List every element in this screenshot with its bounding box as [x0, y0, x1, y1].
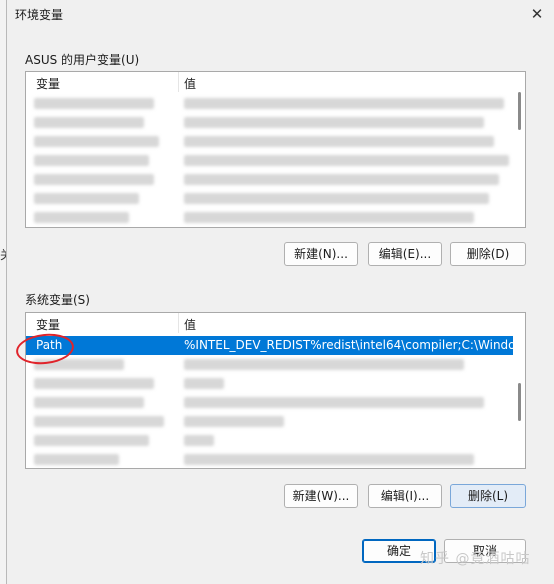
system-delete-button[interactable]: 删除(L) [450, 484, 526, 508]
blurred-cell [184, 98, 504, 109]
system-variables-list[interactable]: 变量 值 Path %INTEL_DEV_REDIST%redist\intel… [25, 312, 526, 469]
environment-variables-dialog: 环境变量 ✕ ASUS 的用户变量(U) 变量 值 新建(N)... 编辑(E)… [6, 0, 554, 584]
table-row[interactable] [26, 450, 513, 468]
table-row[interactable] [26, 355, 513, 374]
table-row[interactable] [26, 170, 513, 189]
title-bar: 环境变量 ✕ [7, 0, 554, 28]
blurred-cell [34, 193, 139, 204]
list-header: 变量 值 [26, 313, 525, 333]
blurred-cell [34, 435, 149, 446]
table-row[interactable] [26, 393, 513, 412]
table-row[interactable] [26, 374, 513, 393]
blurred-cell [34, 174, 154, 185]
close-icon[interactable]: ✕ [526, 4, 548, 24]
user-variables-label: ASUS 的用户变量(U) [25, 53, 140, 67]
table-row-path[interactable]: Path %INTEL_DEV_REDIST%redist\intel64\co… [26, 336, 525, 355]
column-header-variable[interactable]: 变量 [36, 316, 60, 333]
blurred-cell [34, 212, 129, 223]
blurred-cell [34, 98, 154, 109]
table-row[interactable] [26, 412, 513, 431]
blurred-cell [184, 212, 474, 223]
blurred-cell [34, 136, 159, 147]
blurred-cell [34, 454, 119, 465]
scrollbar-thumb[interactable] [518, 92, 521, 130]
table-row[interactable] [26, 132, 513, 151]
blurred-cell [184, 454, 474, 465]
variable-value-cell: %INTEL_DEV_REDIST%redist\intel64\compile… [184, 338, 526, 352]
blurred-cell [184, 174, 499, 185]
table-row[interactable] [26, 113, 513, 132]
system-new-button[interactable]: 新建(W)... [284, 484, 358, 508]
blurred-cell [184, 435, 214, 446]
blurred-cell [34, 117, 144, 128]
list-header: 变量 值 [26, 72, 525, 92]
table-row[interactable] [26, 94, 513, 113]
blurred-cell [184, 378, 224, 389]
dialog-title: 环境变量 [15, 8, 64, 22]
column-divider [178, 72, 179, 92]
blurred-cell [34, 155, 149, 166]
system-edit-button[interactable]: 编辑(I)... [368, 484, 442, 508]
blurred-cell [34, 416, 164, 427]
column-header-value[interactable]: 值 [184, 75, 196, 92]
blurred-cell [34, 397, 144, 408]
scrollbar-thumb[interactable] [518, 383, 521, 421]
table-row[interactable] [26, 151, 513, 170]
table-row[interactable] [26, 431, 513, 450]
blurred-cell [184, 117, 484, 128]
blurred-cell [184, 155, 509, 166]
user-variables-list[interactable]: 变量 值 [25, 71, 526, 228]
column-header-variable[interactable]: 变量 [36, 75, 60, 92]
blurred-cell [184, 193, 489, 204]
system-variables-label: 系统变量(S) [25, 293, 90, 307]
blurred-cell [184, 136, 494, 147]
table-row[interactable] [26, 208, 513, 227]
column-header-value[interactable]: 值 [184, 316, 196, 333]
user-edit-button[interactable]: 编辑(E)... [368, 242, 442, 266]
table-row[interactable] [26, 189, 513, 208]
user-new-button[interactable]: 新建(N)... [284, 242, 358, 266]
blurred-cell [184, 397, 484, 408]
watermark: 知乎 @竟酒咕咕 [420, 551, 531, 567]
blurred-cell [184, 359, 464, 370]
blurred-cell [184, 416, 284, 427]
blurred-cell [34, 378, 154, 389]
user-delete-button[interactable]: 删除(D) [450, 242, 526, 266]
column-divider [178, 313, 179, 333]
